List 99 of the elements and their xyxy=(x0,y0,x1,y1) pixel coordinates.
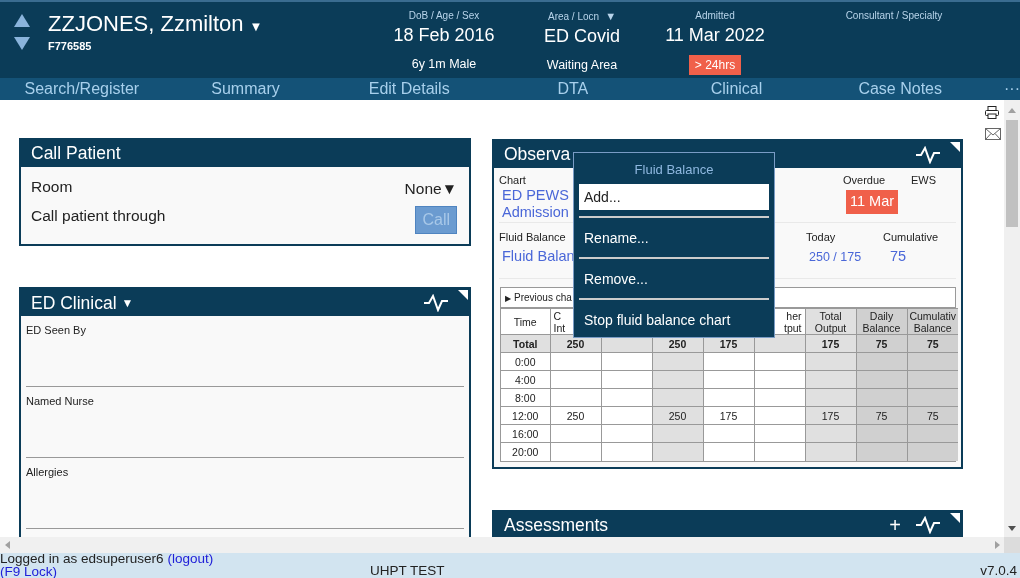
caret-icon[interactable]: ▼ xyxy=(249,19,263,34)
panel-title: Call Patient xyxy=(31,142,121,166)
panel-title: Assessments xyxy=(504,513,609,537)
scrollbar-corner xyxy=(1004,537,1020,553)
panel-title: ED Clinical xyxy=(31,291,117,315)
section-toggle[interactable]: Previous cha xyxy=(514,292,572,303)
logout-link[interactable]: (logout) xyxy=(167,551,214,566)
corner-icon[interactable] xyxy=(950,512,960,523)
field-label: Fluid Balance xyxy=(499,231,566,244)
pulse-icon[interactable] xyxy=(915,516,941,534)
pulse-icon[interactable] xyxy=(915,145,941,164)
field-label: Admitted xyxy=(695,10,735,21)
table-cell: 12:00 xyxy=(501,406,550,425)
overdue-badge: 11 Mar xyxy=(846,190,899,214)
field-label: Consultant / Specialty xyxy=(845,10,943,21)
corner-icon[interactable] xyxy=(458,290,468,301)
table-cell xyxy=(754,352,805,371)
table-cell xyxy=(550,352,601,371)
cumulative-value: 75 xyxy=(890,248,907,265)
nav-link[interactable]: Case Notes xyxy=(818,79,983,99)
caret-icon[interactable]: ▼ xyxy=(121,293,134,312)
field-label: EWS xyxy=(911,174,938,187)
down-arrow-icon[interactable] xyxy=(14,37,30,50)
environment-label: UHPT TEST xyxy=(370,565,445,578)
table-cell xyxy=(754,370,805,389)
menu-item[interactable]: Add... xyxy=(579,184,769,210)
field-label: Cumulative xyxy=(883,231,940,244)
chart-link[interactable]: Admission xyxy=(502,204,569,221)
pulse-icon[interactable] xyxy=(423,293,449,312)
menu-item[interactable]: Rename... xyxy=(579,225,769,251)
menu-title: Fluid Balance xyxy=(633,162,715,178)
table-cell: 0:00 xyxy=(501,352,550,371)
table-cell xyxy=(601,370,652,389)
table-cell xyxy=(703,370,754,389)
table-cell xyxy=(754,424,805,443)
column-header: Total Output xyxy=(805,308,856,335)
table-cell xyxy=(601,388,652,407)
nav-link[interactable]: DTA xyxy=(491,79,655,99)
add-button[interactable]: + xyxy=(889,515,901,535)
table-cell xyxy=(601,406,652,425)
field-detail: 6y 1m Male xyxy=(411,56,477,72)
table-cell: 175 xyxy=(703,406,754,425)
table-cell: 8:00 xyxy=(501,388,550,407)
field-label: ED Seen By xyxy=(26,324,87,338)
table-cell xyxy=(550,370,601,389)
table-cell xyxy=(754,388,805,407)
table-cell: 250 xyxy=(550,406,601,425)
panel-title: Observa xyxy=(504,143,571,167)
status-badge: > 24hrs xyxy=(688,55,742,75)
hospital-number: F776585 xyxy=(48,40,93,53)
corner-icon[interactable] xyxy=(950,142,960,152)
chart-link[interactable]: ED PEWS xyxy=(502,187,569,204)
nav-link[interactable]: Edit Details xyxy=(327,79,491,99)
caret-icon[interactable]: ▼ xyxy=(605,10,616,22)
table-cell xyxy=(601,424,652,443)
field-label: Allergies xyxy=(26,466,70,480)
more-button[interactable]: ··· xyxy=(1004,79,1020,99)
table-cell xyxy=(703,388,754,407)
version-label: v7.0.4 xyxy=(980,565,1017,578)
field-value: 18 Feb 2016 xyxy=(392,24,496,47)
field-label: Named Nurse xyxy=(26,395,95,409)
nav-link[interactable]: Summary xyxy=(163,79,328,99)
field-label: Overdue xyxy=(843,174,887,187)
table-cell xyxy=(550,424,601,443)
field-label: Room xyxy=(31,177,73,197)
up-arrow-icon[interactable] xyxy=(14,14,30,27)
expand-icon[interactable]: ▶ xyxy=(505,294,511,303)
login-text: Logged in as edsuperuser6 xyxy=(0,551,164,566)
mail-icon[interactable] xyxy=(985,128,1001,140)
table-cell: 20:00 xyxy=(501,442,550,461)
column-header: Daily Balance xyxy=(856,308,907,335)
field-label: Chart xyxy=(499,174,526,187)
room-dropdown[interactable]: None▼ xyxy=(404,177,457,201)
table-cell xyxy=(703,424,754,443)
table-cell xyxy=(550,388,601,407)
scroll-thumb[interactable] xyxy=(1006,120,1018,227)
field-value: ED Covid xyxy=(543,25,621,48)
column-header: Time xyxy=(501,308,550,335)
field-label: DoB / Age / Sex xyxy=(408,10,480,21)
nav-link[interactable]: Clinical xyxy=(654,79,819,99)
table-cell: 16:00 xyxy=(501,424,550,443)
column-header: Cumulativ Balance xyxy=(907,308,958,335)
table-cell xyxy=(601,352,652,371)
menu-item[interactable]: Remove... xyxy=(579,266,769,292)
chart-link[interactable]: Fluid Balan xyxy=(502,248,575,265)
scroll-down-icon[interactable] xyxy=(1008,526,1016,531)
field-value: 11 Mar 2022 xyxy=(664,24,766,47)
field-label: Today xyxy=(806,231,837,244)
table-cell xyxy=(703,352,754,371)
patient-name[interactable]: ZZJONES, Zzmilton xyxy=(48,11,244,36)
nav-link[interactable]: Search/Register xyxy=(0,79,164,99)
table-cell xyxy=(754,406,805,425)
field-label: Area / Locn xyxy=(547,11,600,22)
table-cell: 4:00 xyxy=(501,370,550,389)
print-icon[interactable] xyxy=(985,106,999,119)
field-detail: Waiting Area xyxy=(546,57,618,73)
vertical-scrollbar[interactable] xyxy=(1004,100,1020,537)
field-label: Call patient through xyxy=(31,206,166,227)
today-value: 250 / 175 xyxy=(809,249,862,266)
